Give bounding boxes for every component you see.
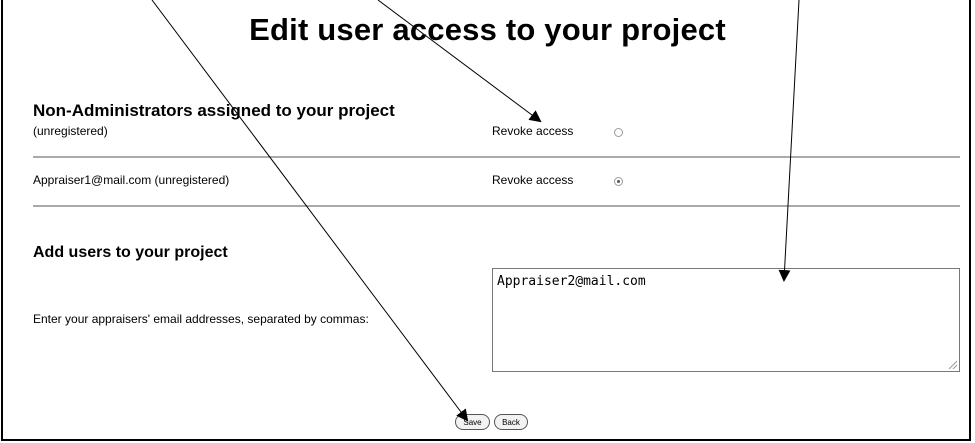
emails-textarea[interactable]: Appraiser2@mail.com bbox=[492, 268, 960, 372]
add-users-heading: Add users to your project bbox=[33, 244, 228, 261]
email-prompt-label: Enter your appraisers' email addresses, … bbox=[33, 312, 369, 326]
resize-grip-icon[interactable] bbox=[947, 359, 957, 369]
revoke-access-label-2: Revoke access bbox=[492, 173, 574, 187]
user-row-1-label: (unregistered) bbox=[33, 124, 108, 138]
user-row-2-label: Appraiser1@mail.com (unregistered) bbox=[33, 173, 230, 187]
page-title: Edit user access to your project bbox=[249, 12, 726, 47]
revoke-access-radio-2[interactable] bbox=[614, 177, 623, 186]
emails-value: Appraiser2@mail.com bbox=[497, 274, 646, 289]
divider bbox=[33, 205, 960, 207]
non-admins-heading: Non-Administrators assigned to your proj… bbox=[33, 101, 395, 120]
save-button[interactable]: Save bbox=[455, 414, 490, 430]
page-frame bbox=[1, 0, 971, 441]
revoke-access-label-1: Revoke access bbox=[492, 124, 574, 138]
back-button[interactable]: Back bbox=[494, 414, 528, 430]
revoke-access-radio-1[interactable] bbox=[614, 128, 623, 137]
divider bbox=[33, 156, 960, 158]
